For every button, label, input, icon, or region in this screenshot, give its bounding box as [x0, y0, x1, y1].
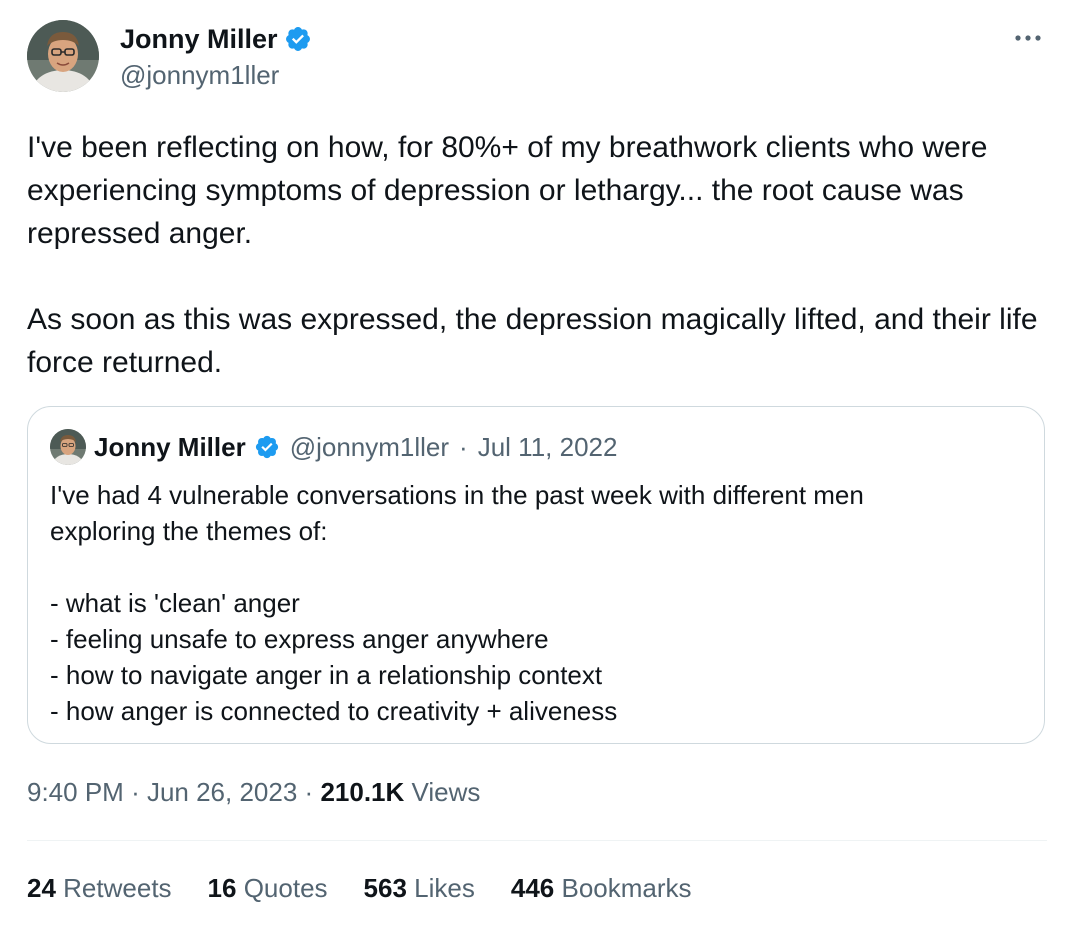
quotes-stat[interactable]: 16 Quotes: [208, 870, 328, 906]
more-options-icon: [1015, 35, 1041, 41]
author-avatar[interactable]: [27, 20, 99, 92]
tweet-meta: 9:40 PM · Jun 26, 2023 · 210.1K Views: [27, 774, 480, 810]
bookmarks-label: Bookmarks: [561, 873, 692, 903]
retweets-stat[interactable]: 24 Retweets: [27, 870, 172, 906]
verified-badge-icon: [285, 27, 310, 51]
quoted-text-line: I've had 4 vulnerable conversations in t…: [50, 480, 864, 510]
retweets-count: 24: [27, 873, 56, 903]
verified-badge-icon: [255, 435, 278, 459]
tweet: Jonny Miller @jonnym1ller I've been refl…: [0, 0, 1074, 932]
tweet-paragraph: I've been reflecting on how, for 80%+ of…: [27, 131, 988, 250]
author-name-text: Jonny Miller: [120, 24, 278, 54]
engagement-stats: 24 Retweets 16 Quotes 563 Likes 446 Book…: [27, 870, 692, 906]
quoted-text-line: exploring the themes of:: [50, 516, 328, 546]
meta-separator: ·: [131, 777, 147, 807]
quoted-tweet-text: I've had 4 vulnerable conversations in t…: [50, 477, 1020, 729]
quoted-date: Jul 11, 2022: [477, 432, 618, 462]
views-label: Views: [411, 777, 481, 807]
likes-label: Likes: [414, 873, 475, 903]
author-name[interactable]: Jonny Miller: [120, 22, 312, 56]
quoted-tweet-header: Jonny Miller @jonnym1ller · Jul 11, 2022: [50, 429, 617, 465]
quoted-author-handle: @jonnym1ller: [289, 432, 450, 462]
quoted-text-line: - feeling unsafe to express anger anywhe…: [50, 624, 549, 654]
views-count: 210.1K: [320, 777, 405, 807]
bookmarks-count: 446: [510, 873, 555, 903]
tweet-paragraph: As soon as this was expressed, the depre…: [27, 303, 1038, 379]
author-handle[interactable]: @jonnym1ller: [120, 60, 279, 90]
likes-stat[interactable]: 563 Likes: [364, 870, 475, 906]
meta-separator: ·: [304, 777, 321, 807]
quotes-count: 16: [207, 873, 237, 903]
divider: [27, 840, 1047, 841]
quoted-text-line: - how anger is connected to creativity +…: [50, 696, 618, 726]
retweets-label: Retweets: [63, 873, 172, 903]
tweet-text: I've been reflecting on how, for 80%+ of…: [27, 126, 1057, 384]
tweet-time[interactable]: 9:40 PM: [27, 777, 124, 807]
likes-count: 563: [363, 873, 407, 903]
quoted-separator: ·: [459, 432, 468, 462]
quoted-text-line: - how to navigate anger in a relationshi…: [50, 660, 603, 690]
bookmarks-stat[interactable]: 446 Bookmarks: [511, 870, 692, 906]
quoted-tweet[interactable]: Jonny Miller @jonnym1ller · Jul 11, 2022…: [27, 406, 1045, 744]
quotes-label: Quotes: [243, 873, 328, 903]
quoted-author-avatar: [50, 429, 86, 465]
more-options-button[interactable]: [1012, 24, 1044, 52]
quoted-text-line: - what is 'clean' anger: [50, 588, 300, 618]
quoted-text-line: [50, 549, 1020, 585]
quoted-author-name: Jonny Miller: [94, 432, 246, 462]
tweet-date[interactable]: Jun 26, 2023: [147, 777, 297, 807]
